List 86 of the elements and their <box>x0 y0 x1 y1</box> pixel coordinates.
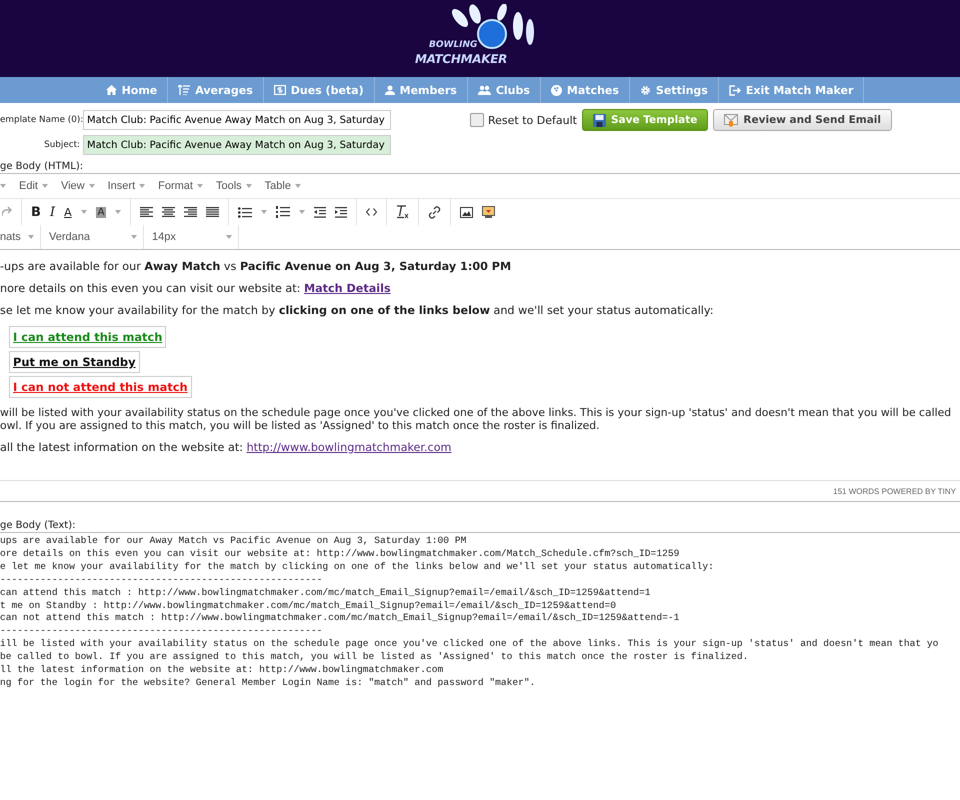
caret-icon <box>246 184 252 188</box>
paragraph-line: will be listed with your availability status on the schedule page once you've clicked one of the above links. This is your sign-up 'status' and doesn't mean that you will be called <box>0 406 952 419</box>
media-icon[interactable] <box>482 206 496 218</box>
caret-icon <box>299 210 306 214</box>
italic-button[interactable]: I <box>50 204 56 220</box>
field-label: Subject: <box>43 140 80 150</box>
highlight-button[interactable]: A <box>96 206 106 218</box>
bullet-list-icon[interactable] <box>238 206 252 218</box>
text-line: ups are available for our Away Match vs Pacific Avenue on Aug 3, Saturday 1:00 PM <box>0 535 468 548</box>
paragraph-line: owl. If you are assigned to this match, you will be listed as 'Assigned' to this match once the roster is finalized. <box>0 419 601 432</box>
bowling-ball-icon <box>550 84 562 96</box>
justify-icon[interactable] <box>206 206 220 218</box>
paragraph: -ups are available for our Away Match vs Pacific Avenue on Aug 3, Saturday 1:00 PM <box>0 260 512 273</box>
caret-icon <box>261 210 268 214</box>
paragraph: se let me know your availability for the match by clicking on one of the links below and we'll set your status automatically: <box>0 304 714 317</box>
text-line: -------------------------------------------------------- <box>0 625 324 638</box>
subject-field[interactable]: Match Club: Pacific Avenue Away Match on Aug 3, Saturday <box>83 135 391 155</box>
menu-item[interactable]: Table <box>264 180 291 192</box>
menu-item[interactable]: Tools <box>216 180 242 192</box>
text-line: ore details on this even you can visit our website at: http://www.bowlingmatchmaker.com/Match_Schedule.cfm?sch_ID=1259 <box>0 548 680 561</box>
menu-item[interactable]: Edit <box>19 180 38 192</box>
formats-dropdown[interactable]: nats <box>0 231 21 243</box>
paragraph: all the latest information on the website at: <box>0 441 243 454</box>
template-name-field[interactable]: Match Club: Pacific Avenue Away Match on Aug 3, Saturday <box>83 110 391 130</box>
align-center-icon[interactable] <box>162 206 176 218</box>
website-link[interactable]: http://www.bowlingmatchmaker.com <box>246 441 452 454</box>
link-icon[interactable] <box>428 206 442 218</box>
text-line: ill be listed with your availability status on the schedule page once you've clicked one of the above links. This is your sign-up 'status' and doesn't mean that yo <box>0 638 940 652</box>
envelope-icon <box>724 114 738 126</box>
align-right-icon[interactable] <box>184 206 198 218</box>
status-link[interactable]: Put me on Standby <box>13 355 136 369</box>
word-count: 151 WORDS POWERED BY TINY <box>833 486 956 496</box>
dollar-bill-icon <box>274 85 286 95</box>
logo[interactable]: BOWLING MATCHMAKER <box>415 0 545 74</box>
text-line: ng for the login for the website? General Member Login Name is: "match" and password "maker". <box>0 676 536 690</box>
caret-icon <box>80 210 87 214</box>
reset-checkbox[interactable] <box>470 113 484 127</box>
text-line: ll the latest information on the website at: http://www.bowlingmatchmaker.com <box>0 664 444 677</box>
checkbox-label: Reset to Default <box>488 114 577 126</box>
field-label: emplate Name (0): <box>0 115 80 125</box>
text-line: can not attend this match : http://www.bowlingmatchmaker.com/mc/match_Email_Signup?email=/email/&sch_ID=1259&attend=-1 <box>0 612 680 626</box>
sign-out-icon <box>728 84 741 96</box>
section-label: ge Body (HTML): <box>0 161 84 173</box>
text-line: be called to bowl. If you are assigned to this match, you will be listed as 'Assigned' to this match once the roster is finalized. <box>0 651 750 664</box>
caret-icon <box>115 210 122 214</box>
caret-icon <box>0 184 6 188</box>
section-label: ge Body (Text): <box>0 520 76 532</box>
text-color-button[interactable]: A <box>64 206 72 218</box>
status-link[interactable]: I can attend this match <box>13 330 162 344</box>
outdent-icon[interactable] <box>314 206 326 218</box>
code-icon[interactable] <box>366 208 378 216</box>
text-line: t me on Standby : http://www.bowlingmatchmaker.com/mc/match_Email_Signup?email=/email/&sch_ID=1259&attend=0 <box>0 600 618 612</box>
image-icon[interactable] <box>460 206 474 218</box>
caret-icon <box>226 235 232 239</box>
caret-icon <box>42 184 48 188</box>
font-dropdown[interactable]: Verdana <box>49 231 90 243</box>
caret-icon <box>28 235 34 239</box>
sort-icon <box>178 85 190 95</box>
save-icon <box>592 114 606 126</box>
menu-item[interactable]: Insert <box>108 180 136 192</box>
paragraph: nore details on this even you can visit our website at: <box>0 282 300 295</box>
match-details-link[interactable]: Match Details <box>304 282 391 295</box>
home-icon <box>106 85 117 95</box>
bold-button[interactable]: B <box>31 204 41 220</box>
caret-icon <box>294 184 301 188</box>
caret-icon <box>131 235 137 239</box>
text-line: can attend this match : http://www.bowlingmatchmaker.com/mc/match_Email_Signup?email=/email/&sch_ID=1259&attend=1 <box>0 586 652 600</box>
settings-icon <box>640 84 651 96</box>
text-line: e let me know your availability for the match by clicking on one of the links below and we'll set your status automatically: <box>0 560 715 574</box>
align-left-icon[interactable] <box>140 206 154 218</box>
send-button[interactable]: Review and Send Email <box>713 109 892 131</box>
caret-icon <box>196 184 203 188</box>
indent-icon[interactable] <box>335 206 348 218</box>
font-size-dropdown[interactable]: 14px <box>152 231 176 243</box>
logo-text: BOWLING <box>429 40 478 50</box>
numbered-list-icon[interactable] <box>276 206 290 218</box>
menu-item[interactable]: Format <box>158 180 193 192</box>
logo-text: MATCHMAKER <box>415 52 508 66</box>
menu-item[interactable]: View <box>60 180 85 192</box>
status-link[interactable]: I can not attend this match <box>13 380 188 394</box>
caret-icon <box>88 184 95 188</box>
person-icon <box>384 85 395 95</box>
people-icon <box>478 85 491 95</box>
clear-formatting-icon[interactable] <box>396 205 410 219</box>
caret-icon <box>139 184 146 188</box>
text-line: -------------------------------------------------------- <box>0 574 324 587</box>
